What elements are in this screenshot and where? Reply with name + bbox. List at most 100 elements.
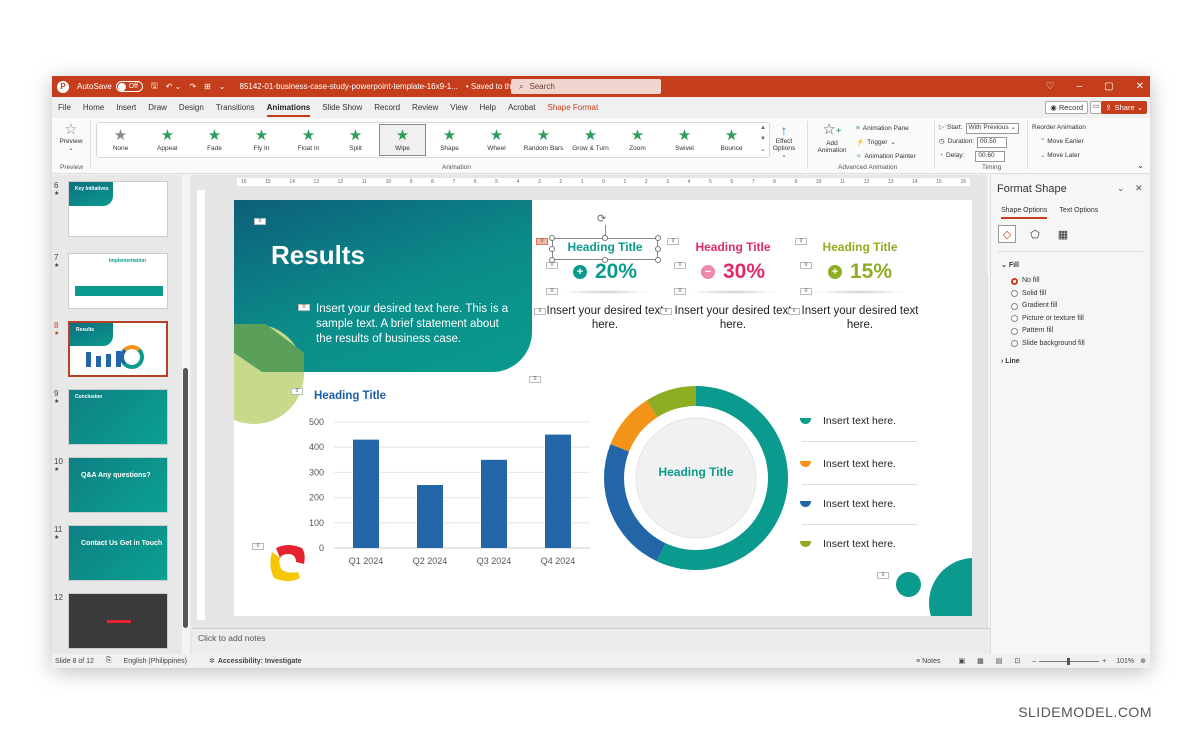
kpi-description[interactable]: Insert your desired text here. (674, 304, 792, 332)
animation-option[interactable]: ★ Grow & Turn (567, 124, 614, 156)
line-section-header[interactable]: › Line (1001, 358, 1020, 365)
slide-thumbnail[interactable]: Implementation (68, 253, 168, 309)
legend-item[interactable]: Insert text here. (800, 538, 896, 550)
animation-tag[interactable]: 0 (254, 218, 266, 225)
scroll-down-icon[interactable]: ▼ (760, 136, 766, 142)
tab-acrobat[interactable]: Acrobat (502, 103, 542, 112)
zoom-out-button[interactable]: – (1032, 658, 1036, 665)
animation-option[interactable]: ★ Split (332, 124, 379, 156)
slide-canvas[interactable]: Results Insert your desired text here. T… (234, 200, 972, 616)
resize-handle[interactable] (602, 257, 608, 263)
delay-input[interactable]: 00.60 (975, 150, 1006, 162)
donut-center-title[interactable]: Heading Title (656, 465, 736, 479)
animation-option[interactable]: ★ Wipe (379, 124, 426, 156)
slide-thumbnail[interactable]: Q&A Any questions? (68, 457, 168, 513)
slide-thumbnail[interactable]: Key Initiatives (68, 181, 168, 237)
record-button[interactable]: ◉ Record (1045, 101, 1088, 114)
fill-option[interactable]: Slide background fill (1011, 338, 1085, 351)
save-icon[interactable]: 🖫 (151, 80, 158, 94)
animation-pane-button[interactable]: ≡ Animation Pane (856, 122, 916, 136)
fill-option[interactable]: Gradient fill (1011, 300, 1085, 313)
kpi-description[interactable]: Insert your desired text here. (801, 304, 919, 332)
resize-handle[interactable] (549, 257, 555, 263)
animation-option[interactable]: ★ Appear (144, 124, 191, 156)
kpi-heading[interactable]: Heading Title (674, 240, 792, 254)
fit-slide-icon[interactable]: ⊕ (1140, 657, 1146, 665)
notes-toggle[interactable]: ≡ Notes (916, 658, 940, 665)
tab-shape-options[interactable]: Shape Options (1001, 207, 1048, 219)
kpi-heading[interactable]: Heading Title (546, 240, 664, 254)
legend-text[interactable]: Insert text here. (823, 458, 896, 470)
undo-icon[interactable]: ↶ ⌄ (166, 82, 182, 91)
tab-text-options[interactable]: Text Options (1059, 207, 1098, 219)
effect-options-button[interactable]: ↑ Effect Options ⌄ (768, 122, 800, 159)
tab-review[interactable]: Review (406, 103, 444, 112)
bar[interactable] (353, 439, 379, 548)
fill-option[interactable]: Picture or texture fill (1011, 313, 1085, 326)
effects-pentagon-icon[interactable]: ⬠ (1026, 225, 1044, 243)
fill-option[interactable]: Solid fill (1011, 288, 1085, 301)
animation-tag[interactable]: 0 (674, 288, 686, 295)
accessibility-status[interactable]: Accessibility: Investigate (218, 658, 302, 665)
restore-button[interactable]: ▢ (1104, 81, 1113, 92)
comments-button[interactable]: ▭ (1090, 101, 1102, 114)
animation-tag[interactable]: 0 (252, 543, 264, 550)
kpi-heading[interactable]: Heading Title (801, 240, 919, 254)
kpi-value[interactable]: 30% (723, 260, 765, 284)
slide-thumbnail[interactable]: Contact Us Get in Touch (68, 525, 168, 581)
spelling-icon[interactable]: ⎘ (106, 657, 112, 665)
animation-painter-button[interactable]: ✧ Animation Painter (856, 150, 916, 164)
close-button[interactable]: ✕ (1136, 81, 1144, 92)
radio-button[interactable] (1011, 327, 1018, 335)
tab-transitions[interactable]: Transitions (210, 103, 261, 112)
more-icon[interactable]: ⩡ (761, 148, 764, 155)
language[interactable]: English (Philippines) (124, 658, 187, 665)
scroll-up-icon[interactable]: ▲ (760, 125, 766, 131)
bar[interactable] (417, 485, 443, 548)
animation-option[interactable]: ★ None (97, 124, 144, 156)
kpi-value[interactable]: 20% (595, 260, 637, 284)
radio-button[interactable] (1011, 277, 1018, 285)
share-button[interactable]: ⇪ Share ⌄ (1101, 101, 1147, 114)
size-properties-icon[interactable]: ▦ (1054, 225, 1072, 243)
animation-tag[interactable]: 0 (788, 308, 800, 315)
animation-tag[interactable]: 0 (800, 288, 812, 295)
radio-button[interactable] (1011, 340, 1018, 348)
animation-option[interactable]: ★ Fly In (238, 124, 285, 156)
bar-chart[interactable]: 0 100 200 300 400 500 Q1 2024 Q2 2024 Q3 2024 Q4 … (294, 410, 594, 580)
search-box[interactable]: ⌕ Search (511, 79, 661, 94)
zoom-level[interactable]: 101% (1116, 658, 1134, 665)
resize-handle[interactable] (655, 246, 661, 252)
tab-shape-format[interactable]: Shape Format (542, 103, 605, 112)
animation-tag[interactable]: 0 (291, 388, 303, 395)
fill-line-icon[interactable]: ◇ (998, 225, 1016, 243)
notes-pane[interactable]: Click to add notes (192, 628, 990, 654)
thumbnail-scrollbar[interactable] (182, 175, 190, 654)
slide-title[interactable]: Results (271, 240, 365, 271)
fill-option[interactable]: No fill (1011, 275, 1085, 288)
tab-slide-show[interactable]: Slide Show (316, 103, 368, 112)
zoom-in-button[interactable]: + (1102, 658, 1106, 665)
slide-thumbnail[interactable]: Conclusion (68, 389, 168, 445)
rotate-handle-icon[interactable]: ⟳ (597, 212, 606, 225)
trigger-button[interactable]: ⚡ Trigger ⌄ (856, 136, 916, 150)
zoom-slider[interactable] (1039, 657, 1100, 665)
tab-draw[interactable]: Draw (142, 103, 173, 112)
redo-icon[interactable]: ↷ (189, 82, 196, 91)
animation-tag[interactable]: 0 (546, 288, 558, 295)
animation-tag-selected[interactable]: 0 (536, 238, 548, 245)
bar[interactable] (481, 459, 507, 548)
legend-item[interactable]: Insert text here. (800, 415, 896, 427)
move-later-button[interactable]: ⌄ Move Later (1032, 149, 1086, 163)
animation-tag[interactable]: 0 (877, 572, 889, 579)
resize-handle[interactable] (549, 235, 555, 241)
slideshow-icon[interactable]: ⊡ (1014, 657, 1020, 665)
bar-chart-title[interactable]: Heading Title (314, 390, 386, 402)
panel-options-icon[interactable]: ⌄ (1117, 183, 1125, 194)
animation-option[interactable]: ★ Fade (191, 124, 238, 156)
legend-item[interactable]: Insert text here. (800, 498, 896, 510)
kpi-description[interactable]: Insert your desired text here. (546, 304, 664, 332)
animation-option[interactable]: ★ Shape (426, 124, 473, 156)
animation-option[interactable]: ★ Float In (285, 124, 332, 156)
tab-view[interactable]: View (444, 103, 473, 112)
